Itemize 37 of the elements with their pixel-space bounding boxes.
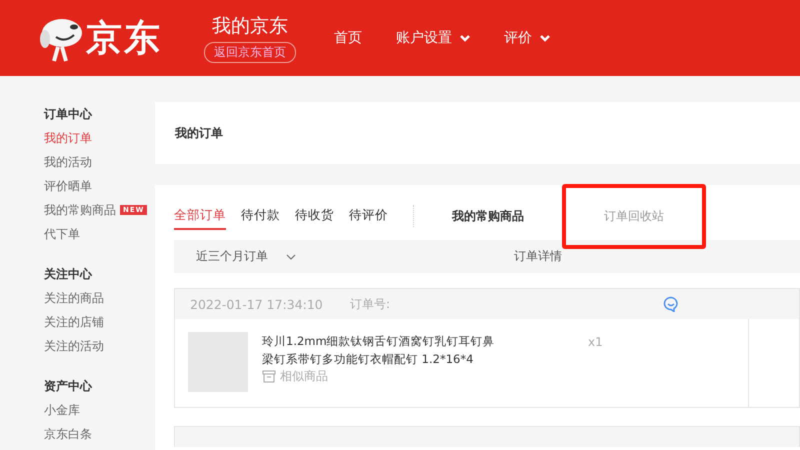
sidebar-item[interactable]: 我的订单 xyxy=(44,130,92,146)
order-tab[interactable]: 待收货 xyxy=(295,202,334,230)
sidebar-item[interactable]: 评价晒单 xyxy=(44,178,92,194)
order-tab[interactable]: 待评价 xyxy=(349,202,388,230)
box-icon xyxy=(262,370,276,383)
column-header: 订单详情 xyxy=(514,248,562,265)
nav-link[interactable]: 首页 xyxy=(334,29,362,47)
product-name[interactable]: 玲川1.2mm细款钛钢舌钉酒窝钉乳钉耳钉鼻梁钉系带钉多功能钉衣帽配钉 1.2*16*4 xyxy=(262,332,498,368)
sidebar-item[interactable]: 关注的商品 xyxy=(44,290,104,306)
range-dropdown[interactable]: 近三个月订单 xyxy=(196,248,514,265)
frequent-goods-link[interactable]: 我的常购商品 xyxy=(452,208,524,224)
section-title: 关注中心 xyxy=(44,266,94,283)
order-tab[interactable]: 全部订单 xyxy=(174,202,226,230)
sidebar-item[interactable]: 我的常购商品 xyxy=(44,202,116,218)
section-title: 订单中心 xyxy=(44,106,94,123)
quantity: x1 xyxy=(588,335,604,349)
sidebar-item[interactable]: 我的活动 xyxy=(44,154,92,170)
nav-link[interactable]: 评价 xyxy=(504,29,550,47)
order-tab[interactable]: 待付款 xyxy=(241,202,280,230)
sidebar-item[interactable]: 小金库 xyxy=(44,402,80,418)
page-title: 我的订单 xyxy=(175,124,223,142)
recycle-bin-link[interactable]: 订单回收站 xyxy=(562,184,706,248)
sidebar-item[interactable]: 关注的店铺 xyxy=(44,314,104,330)
sidebar-item[interactable]: 代下单 xyxy=(44,226,80,242)
order-number-label: 订单号: xyxy=(350,296,392,312)
logo-text[interactable]: 京东 xyxy=(86,14,162,62)
sidebar-item[interactable]: 京东白条 xyxy=(44,426,92,442)
sidebar-item[interactable]: 关注的活动 xyxy=(44,338,104,354)
caret-icon xyxy=(540,34,550,42)
site-title: 我的京东 xyxy=(212,14,288,39)
order-time: 2022-01-17 17:34:10 xyxy=(190,296,324,312)
back-home-link[interactable]: 返回京东首页 xyxy=(204,42,296,63)
nav-link[interactable]: 账户设置 xyxy=(396,29,470,47)
chevron-down-icon xyxy=(286,254,296,260)
chat-bubble-icon[interactable] xyxy=(663,296,679,312)
section-title: 资产中心 xyxy=(44,378,94,395)
caret-icon xyxy=(460,34,470,42)
